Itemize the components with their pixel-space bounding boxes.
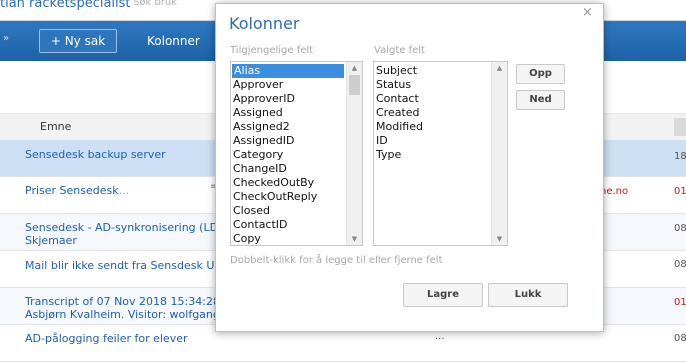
close-icon[interactable]: ×: [582, 5, 593, 20]
available-fields-list[interactable]: Copy ContactID Closed CheckOutReply CheckedO…: [230, 61, 363, 246]
field-option[interactable]: Copy: [233, 232, 261, 245]
row-meta: ...: [435, 331, 445, 342]
row-subject[interactable]: Priser Sensedesk...: [25, 184, 129, 197]
dialog-title: Kolonner: [229, 14, 300, 33]
collapse-chevron-icon[interactable]: »: [3, 33, 9, 44]
row-subject[interactable]: Transcript of 07 Nov 2018 15:34:28: [25, 295, 220, 308]
row-date: 08: [674, 223, 686, 234]
selected-fields-scrollbar[interactable]: ▲ ▼: [491, 62, 507, 245]
field-option[interactable]: CheckedOutBy: [233, 176, 314, 190]
field-option[interactable]: CheckOutReply: [233, 190, 317, 204]
scroll-down-arrow-icon[interactable]: ▼: [492, 233, 507, 245]
field-option[interactable]: AssignedID: [233, 134, 294, 148]
field-option[interactable]: Created: [376, 106, 420, 120]
row-subject[interactable]: Sensedesk - AD-synkronisering (LD: [25, 221, 218, 234]
field-option[interactable]: Status: [376, 78, 411, 92]
close-button[interactable]: Lukk: [488, 283, 568, 307]
row-email: ne.no: [600, 186, 629, 197]
field-option[interactable]: ChangeID: [233, 162, 287, 176]
field-option[interactable]: Alias: [232, 64, 344, 78]
field-option[interactable]: Assigned: [233, 106, 283, 120]
selected-fields-list[interactable]: Type ID Modified Created Contact Status Subjec…: [373, 61, 508, 246]
selected-fields-label: Valgte felt: [374, 45, 425, 56]
row-date: 18: [674, 151, 686, 162]
field-option[interactable]: Closed: [233, 204, 270, 218]
dialog-hint: Dobbelt-klikk for å legge til eller fjer…: [230, 255, 443, 266]
field-option[interactable]: Subject: [376, 64, 417, 78]
move-down-button[interactable]: Ned: [516, 90, 565, 110]
field-option[interactable]: Modified: [376, 120, 423, 134]
row-subject-line2[interactable]: Skjemaer: [25, 234, 77, 247]
new-case-button[interactable]: + Ny sak: [39, 29, 117, 53]
field-option[interactable]: ID: [376, 134, 388, 148]
available-fields-scrollbar[interactable]: ▲ ▼: [346, 62, 362, 245]
row-date: 01: [674, 297, 686, 308]
field-option[interactable]: Assigned2: [233, 120, 290, 134]
columns-dialog: Kolonner × Tilgjengelige felt Valgte fel…: [215, 3, 604, 332]
field-option[interactable]: ApproverID: [233, 92, 295, 106]
available-fields-label: Tilgjengelige felt: [230, 45, 314, 56]
scroll-up-arrow-icon[interactable]: ▲: [347, 62, 362, 74]
save-button[interactable]: Lagre: [403, 283, 483, 307]
row-date: 08: [674, 259, 686, 270]
search-input[interactable]: Søk bruk: [133, 0, 177, 8]
field-option[interactable]: ContactID: [233, 218, 288, 232]
field-option[interactable]: Category: [233, 148, 283, 162]
row-subject[interactable]: Mail blir ikke sendt fra Sensdesk Ult: [25, 259, 222, 272]
field-option[interactable]: Type: [376, 148, 401, 162]
row-subject[interactable]: AD-pålogging feiler for elever: [25, 332, 188, 345]
row-subject-line2[interactable]: Asbjørn Kvalheim. Visitor: wolfgang: [25, 308, 220, 321]
scroll-up-arrow-icon[interactable]: ▲: [492, 62, 507, 74]
column-header-subject[interactable]: Emne: [40, 120, 71, 133]
columns-button[interactable]: Kolonner: [147, 34, 200, 48]
field-option[interactable]: Contact: [376, 92, 419, 106]
scroll-down-arrow-icon[interactable]: ▼: [347, 233, 362, 245]
row-date: 08: [674, 333, 686, 344]
move-up-button[interactable]: Opp: [516, 64, 565, 84]
field-option[interactable]: Approver: [233, 78, 283, 92]
row-subject[interactable]: Sensedesk backup server: [25, 148, 166, 161]
header-scroll-marker: [674, 118, 686, 136]
scroll-thumb[interactable]: [349, 75, 360, 95]
row-date: 01: [674, 186, 686, 197]
app-title: tian racketspecialist: [0, 0, 131, 11]
